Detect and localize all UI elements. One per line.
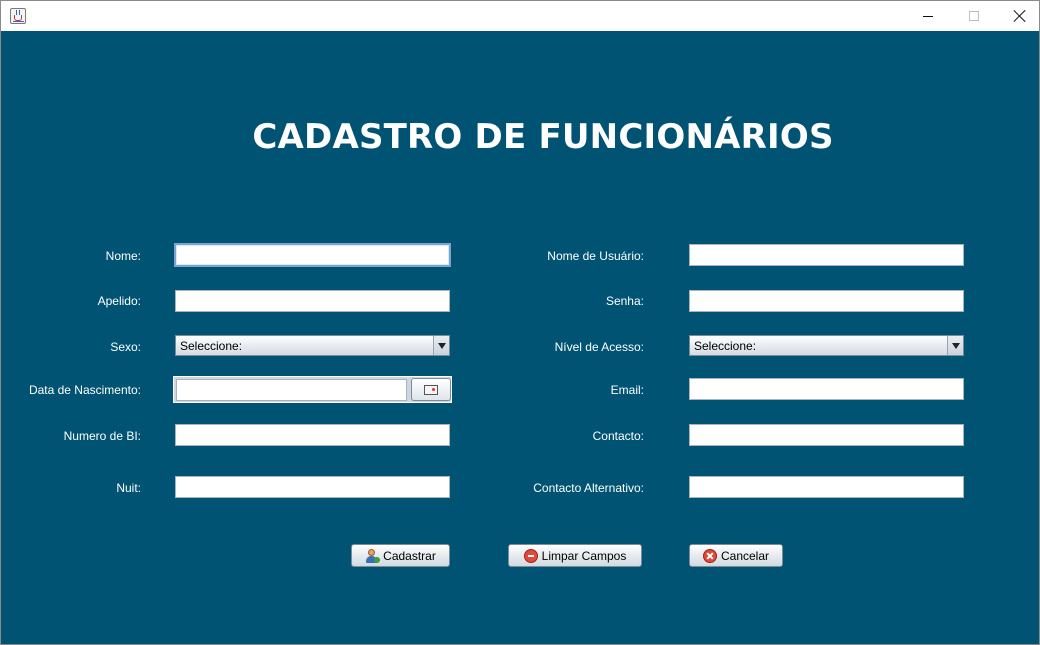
senha-label: Senha: (605, 294, 644, 308)
nivel-acesso-label: Nível de Acesso: (554, 340, 644, 354)
calendar-icon (424, 384, 438, 395)
minimize-button[interactable] (905, 1, 951, 31)
cancelar-button-label: Cancelar (720, 548, 770, 563)
data-nascimento-label: Data de Nascimento: (28, 383, 141, 397)
minimize-icon (923, 15, 933, 17)
nuit-label: Nuit: (116, 481, 141, 495)
chevron-down-icon[interactable] (433, 336, 449, 355)
close-icon (1014, 10, 1026, 22)
cancel-icon (702, 548, 717, 563)
apelido-label: Apelido: (97, 294, 141, 308)
minus-circle-icon (523, 548, 538, 563)
page-title: CADASTRO DE FUNCIONÁRIOS (252, 117, 834, 157)
calendar-button[interactable] (411, 378, 451, 401)
sexo-label: Sexo: (110, 340, 141, 354)
nivel-acesso-select[interactable]: Seleccione: (689, 335, 964, 356)
contacto-field[interactable] (689, 424, 964, 446)
usuario-label: Nome de Usuário: (547, 249, 644, 263)
nome-label: Nome: (105, 249, 141, 263)
date-picker (173, 376, 452, 403)
chevron-down-icon[interactable] (947, 336, 963, 355)
bi-label: Numero de BI: (63, 429, 141, 443)
java-cup-icon (10, 8, 26, 24)
nome-field[interactable] (174, 243, 451, 267)
nuit-field[interactable] (175, 476, 450, 498)
sexo-select[interactable]: Seleccione: (175, 335, 450, 356)
contacto-label: Contacto: (592, 429, 644, 443)
nivel-acesso-select-value: Seleccione: (694, 338, 757, 353)
limpar-campos-button-label: Limpar Campos (541, 548, 627, 563)
limpar-campos-button[interactable]: Limpar Campos (508, 544, 642, 567)
senha-field[interactable] (689, 290, 964, 312)
title-bar[interactable] (1, 1, 1039, 31)
app-window: CADASTRO DE FUNCIONÁRIOS Nome: Apelido: … (0, 0, 1040, 645)
usuario-field[interactable] (689, 244, 964, 266)
email-label: Email: (610, 383, 644, 397)
data-nascimento-field[interactable] (176, 379, 407, 401)
sexo-select-value: Seleccione: (180, 338, 243, 353)
contacto-alternativo-label: Contacto Alternativo: (533, 481, 644, 495)
bi-field[interactable] (175, 424, 450, 446)
add-user-icon (365, 548, 381, 563)
close-button[interactable] (997, 1, 1040, 31)
maximize-icon (969, 11, 979, 21)
apelido-field[interactable] (175, 290, 450, 312)
cadastrar-button-label: Cadastrar (383, 548, 436, 563)
maximize-button[interactable] (951, 1, 997, 31)
cadastrar-button[interactable]: Cadastrar (351, 544, 450, 567)
contacto-alternativo-field[interactable] (689, 476, 964, 498)
cancelar-button[interactable]: Cancelar (689, 544, 783, 567)
email-field[interactable] (689, 378, 964, 400)
